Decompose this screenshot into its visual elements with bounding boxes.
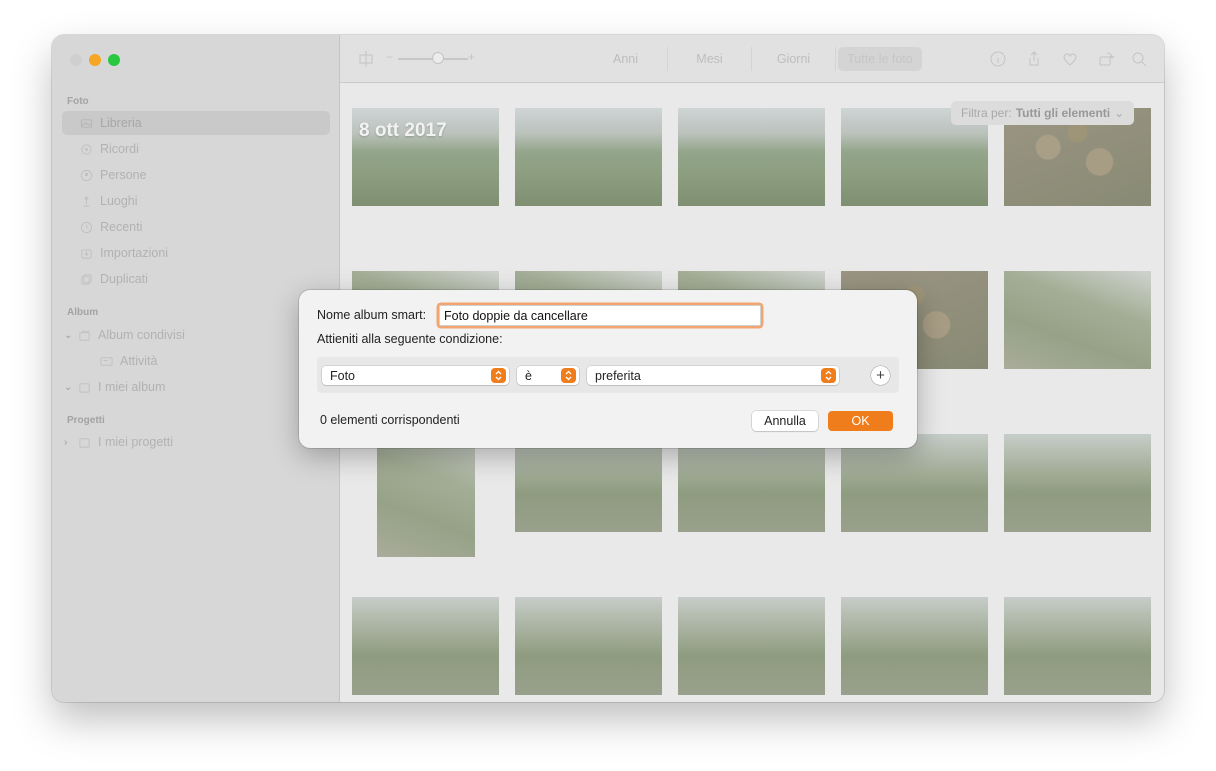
tab-mesi[interactable]: Mesi bbox=[668, 47, 752, 71]
section-title-progetti: Progetti bbox=[67, 415, 105, 426]
sidebar-item-label: Recenti bbox=[100, 220, 143, 234]
album-name-label: Nome album smart: bbox=[317, 308, 427, 322]
sidebar-item-label: Luoghi bbox=[100, 194, 138, 208]
stepper-icon bbox=[561, 368, 576, 383]
photo-thumbnail[interactable] bbox=[377, 434, 475, 557]
sidebar-item-label: Duplicati bbox=[100, 272, 148, 286]
tab-tutte-le-foto[interactable]: Tutte le foto bbox=[838, 47, 922, 71]
sidebar-item-i-miei-progetti[interactable]: › I miei progetti bbox=[62, 430, 330, 454]
photo-thumbnail[interactable] bbox=[1004, 597, 1151, 695]
sidebar-item-album-condivisi[interactable]: ⌄ Album condivisi bbox=[62, 323, 330, 347]
view-segmented-control: Anni Mesi Giorni Tutte le foto bbox=[584, 47, 922, 71]
cancel-button[interactable]: Annulla bbox=[752, 411, 818, 431]
sidebar-item-label: Ricordi bbox=[100, 142, 139, 156]
folder-icon bbox=[76, 434, 92, 450]
sidebar-item-label: Libreria bbox=[100, 116, 142, 130]
sidebar-item-persone[interactable]: Persone bbox=[62, 163, 330, 187]
photo-thumbnail[interactable] bbox=[841, 597, 988, 695]
date-heading: 8 ott 2017 bbox=[359, 120, 447, 141]
condition-label: Attieniti alla seguente condizione: bbox=[317, 332, 503, 346]
section-title-foto: Foto bbox=[67, 96, 89, 107]
section-title-album: Album bbox=[67, 307, 99, 318]
match-count: 0 elementi corrispondenti bbox=[320, 413, 460, 427]
plus-icon: + bbox=[876, 367, 885, 384]
aspect-ratio-icon[interactable] bbox=[356, 49, 376, 69]
smart-album-dialog: Nome album smart: Attieniti alla seguent… bbox=[299, 290, 917, 448]
stepper-icon bbox=[821, 368, 836, 383]
sidebar-item-label: I miei album bbox=[98, 380, 166, 394]
condition-field-value: Foto bbox=[330, 368, 356, 383]
photo-library-icon bbox=[78, 115, 94, 131]
sidebar-item-recenti[interactable]: Recenti bbox=[62, 215, 330, 239]
filter-label: Filtra per: bbox=[961, 106, 1012, 120]
info-icon[interactable] bbox=[988, 49, 1008, 69]
share-icon[interactable] bbox=[1024, 49, 1044, 69]
chevron-down-icon[interactable]: ⌄ bbox=[64, 330, 74, 341]
photo-thumbnail[interactable] bbox=[515, 434, 662, 532]
sidebar-item-label: Album condivisi bbox=[98, 328, 185, 342]
condition-value-value: preferita bbox=[595, 368, 641, 383]
photo-thumbnail[interactable] bbox=[678, 597, 825, 695]
sidebar-item-label: Persone bbox=[100, 168, 147, 182]
zoom-button[interactable] bbox=[108, 54, 120, 66]
sidebar-item-label: Importazioni bbox=[100, 246, 169, 260]
sidebar-item-importazioni[interactable]: Importazioni bbox=[62, 241, 330, 265]
photo-thumbnail[interactable] bbox=[678, 434, 825, 532]
window-controls bbox=[70, 54, 120, 66]
minimize-button[interactable] bbox=[89, 54, 101, 66]
album-name-input[interactable] bbox=[439, 305, 761, 326]
shared-album-icon bbox=[76, 327, 92, 343]
ok-button[interactable]: OK bbox=[828, 411, 893, 431]
people-icon bbox=[78, 167, 94, 183]
tab-anni[interactable]: Anni bbox=[584, 47, 668, 71]
photo-thumbnail[interactable] bbox=[841, 434, 988, 532]
places-icon bbox=[78, 193, 94, 209]
close-button[interactable] bbox=[70, 54, 82, 66]
zoom-in-label: + bbox=[468, 50, 476, 64]
search-icon[interactable] bbox=[1129, 49, 1149, 69]
folder-icon bbox=[76, 379, 92, 395]
add-condition-button[interactable]: + bbox=[871, 366, 890, 385]
imports-icon bbox=[78, 245, 94, 261]
sidebar-item-ricordi[interactable]: Ricordi bbox=[62, 137, 330, 161]
chevron-down-icon: ⌄ bbox=[1114, 106, 1125, 120]
sidebar-item-label: I miei progetti bbox=[98, 435, 174, 449]
heart-icon[interactable] bbox=[1060, 49, 1080, 69]
zoom-slider-knob[interactable] bbox=[432, 52, 444, 64]
sidebar-item-luoghi[interactable]: Luoghi bbox=[62, 189, 330, 213]
sidebar: Foto Libreria Ricordi Persone Luoghi Rec… bbox=[52, 35, 340, 702]
sidebar-item-label: Attività bbox=[120, 354, 158, 368]
photo-thumbnail[interactable] bbox=[1004, 271, 1151, 369]
sidebar-item-duplicati[interactable]: Duplicati bbox=[62, 267, 330, 291]
zoom-out-label: − bbox=[386, 50, 394, 64]
memories-icon bbox=[78, 141, 94, 157]
condition-value-select[interactable]: preferita bbox=[587, 366, 839, 385]
tab-giorni[interactable]: Giorni bbox=[752, 47, 836, 71]
rotate-icon[interactable] bbox=[1096, 49, 1116, 69]
condition-operator-select[interactable]: è bbox=[517, 366, 579, 385]
sidebar-item-i-miei-album[interactable]: ⌄ I miei album bbox=[62, 375, 330, 399]
photo-thumbnail[interactable] bbox=[515, 597, 662, 695]
filter-button[interactable]: Filtra per: Tutti gli elementi ⌄ bbox=[951, 101, 1135, 125]
filter-value: Tutti gli elementi bbox=[1015, 106, 1111, 120]
photo-thumbnail[interactable] bbox=[678, 108, 825, 206]
recent-icon bbox=[78, 219, 94, 235]
sidebar-item-libreria[interactable]: Libreria bbox=[62, 111, 330, 135]
stepper-icon bbox=[491, 368, 506, 383]
toolbar: − + Anni Mesi Giorni Tutte le foto bbox=[340, 35, 1164, 83]
condition-operator-value: è bbox=[525, 368, 532, 383]
photo-thumbnail[interactable] bbox=[515, 108, 662, 206]
photo-thumbnail[interactable] bbox=[1004, 434, 1151, 532]
duplicates-icon bbox=[78, 271, 94, 287]
activity-icon bbox=[98, 353, 114, 369]
photo-thumbnail[interactable] bbox=[352, 597, 499, 695]
chevron-right-icon[interactable]: › bbox=[64, 437, 74, 448]
sidebar-item-attivita[interactable]: Attività bbox=[62, 349, 330, 373]
condition-row: Foto è preferita + bbox=[317, 357, 899, 393]
condition-field-select[interactable]: Foto bbox=[322, 366, 509, 385]
chevron-down-icon[interactable]: ⌄ bbox=[64, 382, 74, 393]
